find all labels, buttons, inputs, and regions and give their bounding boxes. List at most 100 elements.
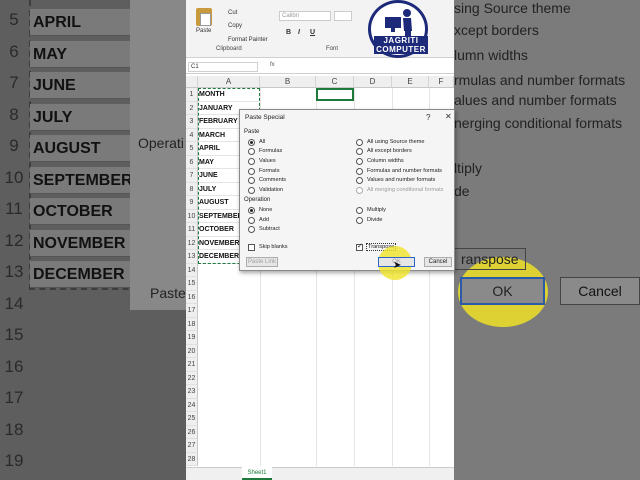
background-row-number: 14 (4, 293, 24, 313)
font-size-box[interactable] (334, 11, 352, 21)
background-month-cell: AUGUST (30, 135, 138, 162)
background-row-number: 13 (4, 262, 24, 281)
radio-all-source-theme[interactable] (356, 139, 363, 146)
font-name-box[interactable]: Calibri (279, 11, 331, 21)
radio-formats[interactable] (248, 168, 255, 175)
background-option-text: de (454, 183, 470, 199)
row-header[interactable]: 19 (186, 331, 198, 345)
row-header[interactable]: 5 (186, 142, 198, 156)
sheet-tab-bar (186, 467, 454, 480)
close-icon[interactable]: ✕ (445, 112, 452, 121)
radio-formulas-number-formats[interactable] (356, 168, 363, 175)
radio-subtract[interactable] (248, 226, 255, 233)
background-operation-text: Operati (138, 135, 184, 151)
radio-multiply[interactable] (356, 207, 363, 214)
name-box[interactable]: C1 (188, 62, 258, 72)
radio-values-number-formats[interactable] (356, 177, 363, 184)
row-header[interactable]: 26 (186, 425, 198, 439)
row-header[interactable]: 20 (186, 344, 198, 358)
option-divide-label: Divide (367, 217, 383, 223)
font-group-label: Font (326, 46, 339, 52)
radio-divide[interactable] (356, 217, 363, 224)
operation-section-label: Operation (244, 197, 271, 203)
option-formats-label: Formats (259, 168, 280, 174)
cut-button[interactable]: Cut (228, 10, 237, 16)
background-row-number: 6 (9, 41, 19, 61)
fx-icon[interactable]: fx (270, 62, 275, 68)
copy-button[interactable]: Copy (228, 23, 242, 29)
column-header-d[interactable]: D (354, 76, 392, 88)
column-header-b[interactable]: B (260, 76, 316, 88)
bold-button[interactable]: B (286, 29, 291, 36)
row-header[interactable]: 10 (186, 209, 198, 223)
background-row-number: 9 (9, 136, 19, 155)
background-row-number: 10 (4, 167, 24, 187)
option-none-label: None (259, 207, 273, 213)
row-header[interactable]: 9 (186, 196, 198, 210)
row-header[interactable]: 16 (186, 290, 198, 304)
row-header[interactable]: 13 (186, 250, 198, 264)
option-comments-label: Comments (259, 177, 287, 183)
row-header[interactable]: 28 (186, 452, 198, 466)
row-header[interactable]: 25 (186, 412, 198, 426)
paste-link-button[interactable]: Paste Link (246, 257, 278, 267)
row-header[interactable]: 4 (186, 128, 198, 142)
column-header-a[interactable]: A (198, 76, 260, 88)
row-header[interactable]: 18 (186, 317, 198, 331)
row-header[interactable]: 23 (186, 385, 198, 399)
option-column-widths-label: Column widths (367, 158, 404, 164)
radio-add[interactable] (248, 217, 255, 224)
background-row-number: 12 (4, 230, 24, 250)
radio-comments[interactable] (248, 177, 255, 184)
option-formulas-label: Formulas (259, 148, 283, 154)
skip-blanks-checkbox[interactable] (248, 244, 255, 251)
radio-formulas[interactable] (248, 148, 255, 155)
column-header-c[interactable]: C (316, 76, 354, 88)
row-header[interactable]: 8 (186, 182, 198, 196)
radio-all-except-borders[interactable] (356, 148, 363, 155)
row-header[interactable]: 15 (186, 277, 198, 291)
radio-validation[interactable] (248, 187, 255, 194)
radio-all[interactable] (248, 139, 255, 146)
background-month-cell: JULY (30, 103, 138, 131)
option-values-label: Values (259, 158, 276, 164)
radio-merging-conditional-formats (356, 187, 363, 194)
italic-button[interactable]: I (298, 29, 300, 36)
background-row-number: 5 (9, 10, 19, 29)
select-all-corner[interactable] (186, 76, 198, 88)
row-header[interactable]: 7 (186, 169, 198, 183)
help-icon[interactable]: ? (426, 113, 430, 122)
row-header[interactable]: 12 (186, 236, 198, 250)
row-header[interactable]: 21 (186, 358, 198, 372)
background-month-cell: OCTOBER (30, 198, 138, 225)
row-header[interactable]: 27 (186, 439, 198, 453)
row-header[interactable]: 2 (186, 101, 198, 115)
row-header[interactable]: 24 (186, 398, 198, 412)
row-header[interactable]: 22 (186, 371, 198, 385)
format-painter-button[interactable]: Format Painter (228, 37, 268, 43)
row-header[interactable]: 6 (186, 155, 198, 169)
radio-values[interactable] (248, 158, 255, 165)
option-values-number-formats-label: Values and number formats (367, 177, 436, 183)
row-header[interactable]: 11 (186, 223, 198, 237)
row-header[interactable]: 1 (186, 88, 198, 102)
column-header-e[interactable]: E (392, 76, 429, 88)
paste-icon[interactable] (196, 8, 212, 26)
logo-line-2: COMPUTER (374, 45, 428, 54)
background-option-text: lumn widths (454, 47, 528, 63)
paste-button[interactable]: Paste (196, 28, 211, 34)
transpose-checkbox[interactable] (356, 242, 363, 251)
paste-section-label: Paste (244, 129, 260, 135)
cancel-button[interactable]: Cancel (424, 257, 452, 267)
radio-column-widths[interactable] (356, 158, 363, 165)
row-header[interactable]: 14 (186, 263, 198, 277)
row-header[interactable]: 17 (186, 304, 198, 318)
radio-none[interactable] (248, 207, 255, 214)
background-month-cell: DECEMBER (30, 261, 138, 288)
column-header-f[interactable]: F (429, 76, 454, 88)
underline-button[interactable]: U (310, 29, 315, 36)
sheet-tab-sheet1[interactable]: Sheet1 (242, 467, 272, 480)
row-header[interactable]: 3 (186, 115, 198, 129)
active-cell-c1[interactable] (316, 88, 354, 101)
option-all-label: All (259, 139, 266, 145)
